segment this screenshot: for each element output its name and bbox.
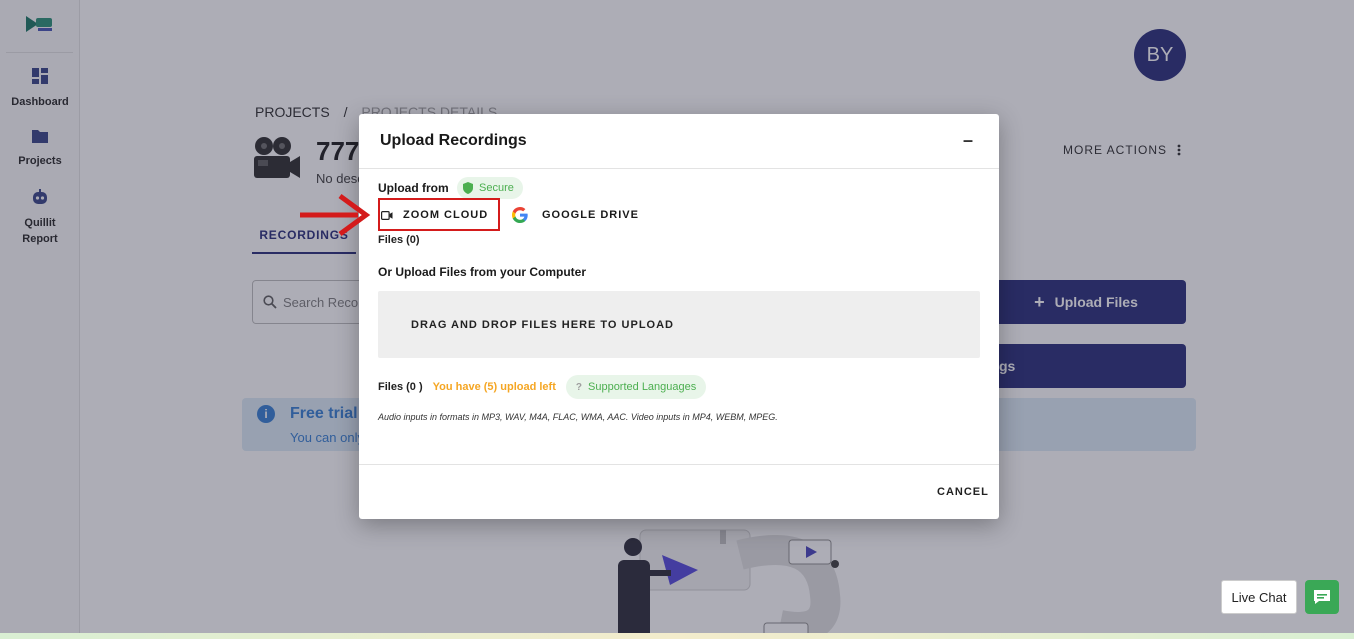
- secure-label: Secure: [479, 182, 514, 194]
- files-status-row: Files (0 ) You have (5) upload left ? Su…: [378, 375, 707, 399]
- google-drive-button[interactable]: GOOGLE DRIVE: [512, 201, 639, 229]
- help-icon: ?: [575, 381, 582, 393]
- dropzone-label: DRAG AND DROP FILES HERE TO UPLOAD: [411, 318, 674, 331]
- secure-badge: Secure: [457, 177, 523, 199]
- live-chat-label[interactable]: Live Chat: [1221, 580, 1297, 614]
- dialog-divider: [359, 464, 999, 465]
- upload-from-label: Upload from: [378, 181, 449, 195]
- shield-icon: [463, 182, 473, 194]
- google-drive-label: GOOGLE DRIVE: [542, 209, 639, 221]
- google-icon: [512, 207, 528, 223]
- uploads-remaining: You have (5) upload left: [432, 381, 556, 393]
- annotation-highlight-box: [378, 198, 500, 231]
- files-count: Files (0 ): [378, 381, 423, 393]
- dialog-divider: [359, 168, 999, 169]
- minimize-button[interactable]: –: [963, 130, 973, 151]
- selected-files-count: Files (0): [378, 234, 420, 246]
- chat-bubble-icon: [1314, 590, 1330, 604]
- local-upload-heading: Or Upload Files from your Computer: [378, 265, 587, 279]
- supported-languages-label: Supported Languages: [588, 381, 697, 393]
- dialog-title: Upload Recordings: [380, 132, 527, 149]
- bottom-strip: [0, 633, 1354, 639]
- supported-formats-note: Audio inputs in formats in MP3, WAV, M4A…: [378, 412, 778, 422]
- upload-recordings-dialog: Upload Recordings – Upload from Secure Z…: [359, 114, 999, 519]
- supported-languages-chip[interactable]: ? Supported Languages: [565, 375, 707, 399]
- cancel-button[interactable]: CANCEL: [937, 486, 989, 498]
- file-dropzone[interactable]: DRAG AND DROP FILES HERE TO UPLOAD: [378, 291, 980, 358]
- annotation-arrow-icon: [300, 193, 371, 237]
- live-chat-button[interactable]: [1305, 580, 1339, 614]
